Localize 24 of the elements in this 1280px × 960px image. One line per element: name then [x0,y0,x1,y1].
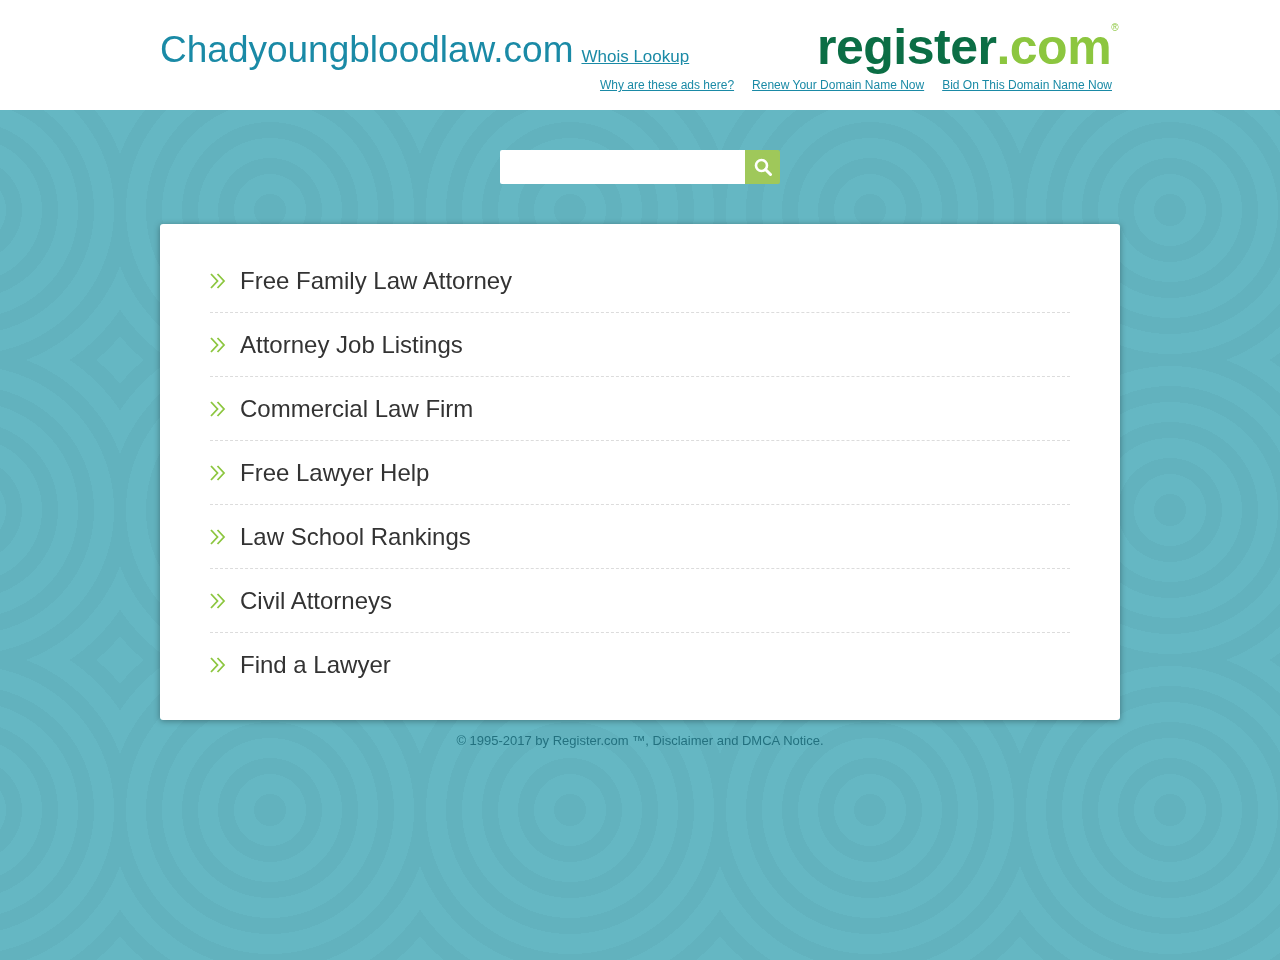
header-link[interactable]: Bid On This Domain Name Now [942,77,1112,93]
double-chevron-icon [210,592,226,609]
listing-link[interactable]: Find a Lawyer [210,633,1070,696]
listing-link[interactable]: Attorney Job Listings [210,313,1070,377]
search-icon [753,158,772,176]
double-chevron-icon [210,528,226,545]
double-chevron-icon [210,400,226,417]
listing-link[interactable]: Law School Rankings [210,505,1070,569]
header-link[interactable]: Renew Your Domain Name Now [752,77,925,93]
whois-link[interactable]: Whois Lookup [581,47,690,67]
search-button[interactable] [745,150,780,184]
listing-link[interactable]: Commercial Law Firm [210,377,1070,441]
double-chevron-icon [210,272,226,289]
double-chevron-icon [210,656,226,673]
header-link[interactable]: Why are these ads here? [600,77,735,93]
listing-link[interactable]: Free Lawyer Help [210,441,1070,505]
listing-link[interactable]: Civil Attorneys [210,569,1070,633]
double-chevron-icon [210,464,226,481]
register-logo[interactable]: register.com® [817,20,1118,74]
double-chevron-icon [210,336,226,353]
domain-title: Chadyoungbloodlaw.com [160,28,574,72]
listing-link[interactable]: Free Family Law Attorney [210,249,1070,313]
search-field[interactable] [500,150,745,184]
footer-text: © 1995-2017 by Register.com ™, Disclaimer and DMCA Notice. [455,732,825,750]
